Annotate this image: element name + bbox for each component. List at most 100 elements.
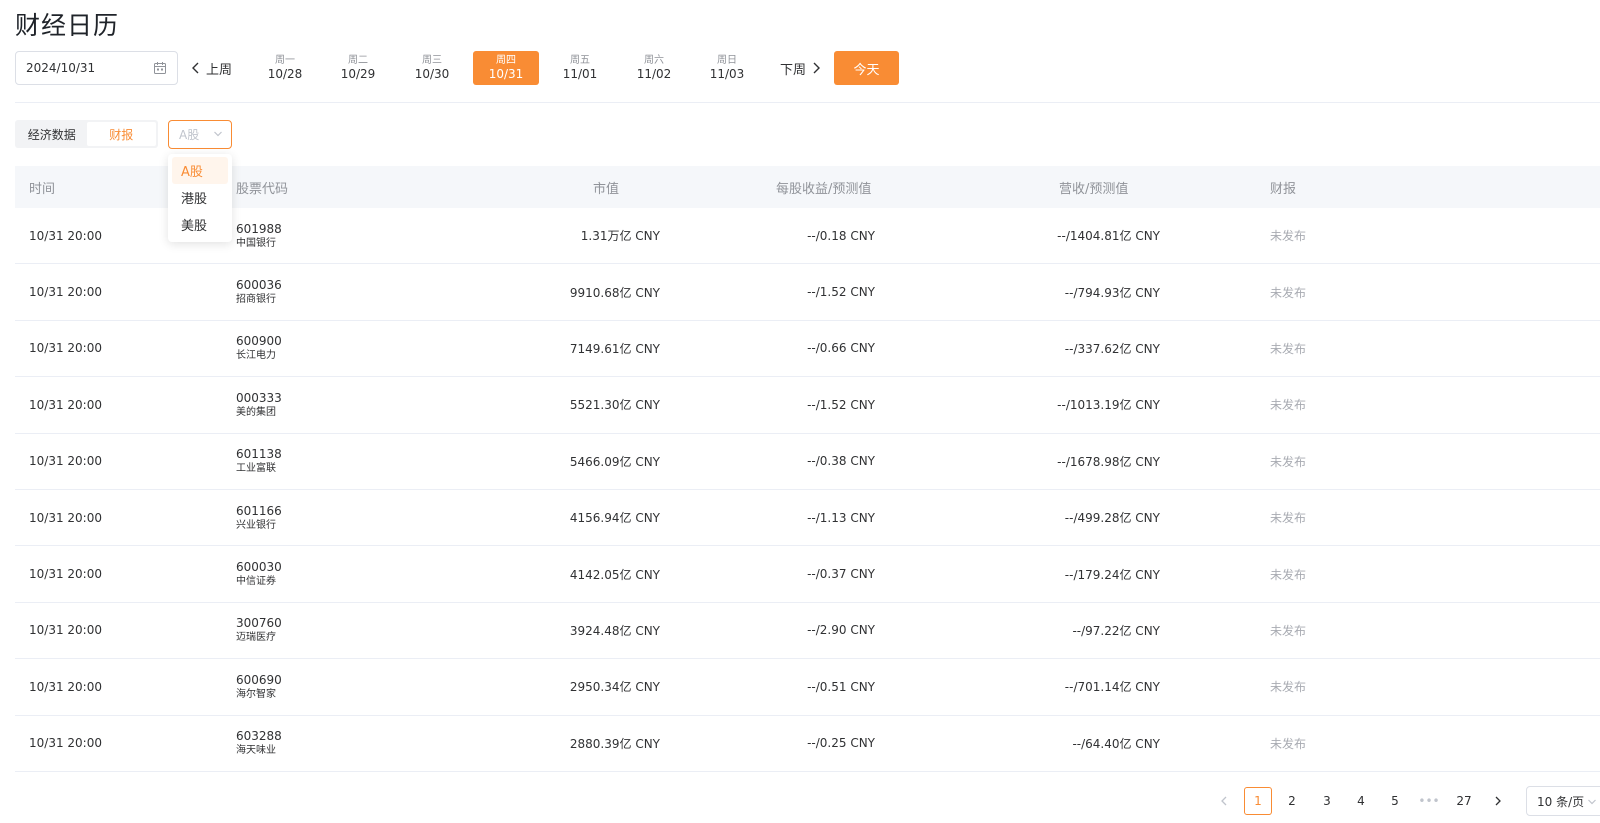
market-option-hk[interactable]: 港股 <box>172 184 228 211</box>
cell-eps: --/0.18 CNY <box>807 228 875 243</box>
day-tab[interactable]: 周二 10/29 <box>325 51 391 85</box>
page-number-button[interactable]: 2 <box>1278 787 1306 815</box>
prev-week-label: 上周 <box>206 62 233 78</box>
cell-revenue: --/499.28亿 CNY <box>1064 511 1160 526</box>
cell-time: 10/31 20:00 <box>29 567 102 582</box>
header-market-cap: 市值 <box>593 181 620 197</box>
day-tab[interactable]: 周三 10/30 <box>399 51 465 85</box>
table-row[interactable]: 10/31 20:00 600690 海尔智家 2950.34亿 CNY --/0.51… <box>15 659 1600 716</box>
cell-eps: --/0.25 CNY <box>807 736 875 751</box>
page-number-button[interactable]: 27 <box>1450 787 1478 815</box>
page-number-button[interactable]: 3 <box>1313 787 1341 815</box>
cell-stock: 600900 长江电力 <box>236 321 282 376</box>
chevron-down-icon <box>1588 799 1596 805</box>
market-option-a-share[interactable]: A股 <box>172 157 228 184</box>
date-picker-input[interactable]: 2024/10/31 <box>15 51 178 85</box>
header-report: 财报 <box>1270 181 1297 197</box>
cell-stock: 600030 中信证券 <box>236 546 282 601</box>
cell-report-status: 未发布 <box>1270 454 1307 469</box>
day-tab[interactable]: 周六 11/02 <box>621 51 687 85</box>
page-title: 财经日历 <box>15 11 120 40</box>
table-row[interactable]: 10/31 20:00 603288 海天味业 2880.39亿 CNY --/0.25… <box>15 716 1600 772</box>
page-number-button[interactable]: 5 <box>1381 787 1409 815</box>
tab-economic-data[interactable]: 经济数据 <box>17 122 87 146</box>
stock-name: 招商银行 <box>236 294 276 306</box>
cell-report-status: 未发布 <box>1270 511 1307 526</box>
cell-eps: --/1.13 CNY <box>807 510 875 525</box>
day-date: 10/28 <box>267 67 303 81</box>
cell-revenue: --/701.14亿 CNY <box>1064 680 1160 695</box>
table-row[interactable]: 10/31 20:00 600030 中信证券 4142.05亿 CNY --/0.37… <box>15 546 1600 603</box>
day-tab[interactable]: 周一 10/28 <box>252 51 318 85</box>
day-date: 11/02 <box>636 67 672 81</box>
prev-page-button[interactable] <box>1210 787 1238 815</box>
cell-stock: 601138 工业富联 <box>236 434 282 489</box>
page-number-button[interactable]: 1 <box>1244 787 1272 815</box>
table-row[interactable]: 10/31 20:00 601138 工业富联 5466.09亿 CNY --/0.38… <box>15 434 1600 490</box>
market-select[interactable]: A股 <box>168 120 232 149</box>
cell-stock: 600036 招商银行 <box>236 264 282 319</box>
cell-revenue: --/1013.19亿 CNY <box>1057 398 1160 413</box>
table-row[interactable]: 10/31 20:00 000333 美的集团 5521.30亿 CNY --/1.52… <box>15 377 1600 434</box>
cell-market-cap: 4142.05亿 CNY <box>569 567 660 582</box>
day-date: 11/03 <box>709 67 745 81</box>
stock-name: 中国银行 <box>236 237 276 249</box>
cell-time: 10/31 20:00 <box>29 623 102 638</box>
day-weekday: 周日 <box>717 55 737 66</box>
day-date: 11/01 <box>562 67 598 81</box>
pagination-ellipsis[interactable]: ••• <box>1415 787 1443 815</box>
toolbar-divider <box>15 102 1600 103</box>
prev-week-button[interactable]: 上周 <box>190 51 232 85</box>
cell-market-cap: 2880.39亿 CNY <box>569 736 660 751</box>
market-select-placeholder: A股 <box>179 128 200 142</box>
chevron-down-icon <box>214 131 222 137</box>
cell-report-status: 未发布 <box>1270 285 1307 300</box>
category-tabs: 经济数据 财报 <box>15 120 158 148</box>
cell-stock: 000333 美的集团 <box>236 377 282 432</box>
cell-eps: --/0.37 CNY <box>807 567 875 582</box>
day-tab[interactable]: 周四 10/31 <box>473 51 539 85</box>
cell-market-cap: 5466.09亿 CNY <box>569 454 660 469</box>
stock-code: 600690 <box>236 672 282 687</box>
cell-eps: --/1.52 CNY <box>807 285 875 300</box>
day-weekday: 周四 <box>496 55 516 66</box>
table-header: 时间 股票代码 市值 每股收益/预测值 营收/预测值 财报 <box>15 166 1600 208</box>
cell-stock: 601988 中国银行 <box>236 208 282 263</box>
chevron-left-icon <box>192 62 199 74</box>
next-page-button[interactable] <box>1484 787 1512 815</box>
cell-report-status: 未发布 <box>1270 623 1307 638</box>
page-number-button[interactable]: 4 <box>1347 787 1375 815</box>
cell-market-cap: 9910.68亿 CNY <box>569 285 660 300</box>
header-eps: 每股收益/预测值 <box>776 181 872 197</box>
day-tab[interactable]: 周五 11/01 <box>547 51 613 85</box>
table-row[interactable]: 10/31 20:00 600036 招商银行 9910.68亿 CNY --/1.52… <box>15 264 1600 321</box>
calendar-icon <box>154 62 166 74</box>
stock-name: 工业富联 <box>236 463 276 475</box>
cell-time: 10/31 20:00 <box>29 397 102 412</box>
cell-report-status: 未发布 <box>1270 229 1307 244</box>
chevron-right-icon <box>1495 796 1501 806</box>
cell-stock: 603288 海天味业 <box>236 716 282 771</box>
market-dropdown: A股 港股 美股 <box>168 154 232 242</box>
tab-earnings[interactable]: 财报 <box>86 122 156 146</box>
cell-market-cap: 3924.48亿 CNY <box>569 623 660 638</box>
page-size-select[interactable]: 10 条/页 <box>1526 786 1600 816</box>
table-row[interactable]: 10/31 20:00 600900 长江电力 7149.61亿 CNY --/0.66… <box>15 321 1600 378</box>
table-row[interactable]: 10/31 20:00 601988 中国银行 1.31万亿 CNY --/0.18 C… <box>15 208 1600 265</box>
day-weekday: 周二 <box>348 55 368 66</box>
stock-code: 601138 <box>236 447 282 462</box>
cell-market-cap: 4156.94亿 CNY <box>569 511 660 526</box>
header-code: 股票代码 <box>236 181 289 197</box>
cell-revenue: --/179.24亿 CNY <box>1064 567 1160 582</box>
stock-code: 601166 <box>236 503 282 518</box>
market-option-us[interactable]: 美股 <box>172 211 228 238</box>
stock-name: 中信证券 <box>236 576 276 588</box>
next-week-button[interactable]: 下周 <box>780 51 822 85</box>
stock-name: 兴业银行 <box>236 519 276 531</box>
table-row[interactable]: 10/31 20:00 601166 兴业银行 4156.94亿 CNY --/1.13… <box>15 490 1600 547</box>
table-row[interactable]: 10/31 20:00 300760 迈瑞医疗 3924.48亿 CNY --/2.90… <box>15 603 1600 660</box>
today-button[interactable]: 今天 <box>834 51 899 85</box>
cell-time: 10/31 20:00 <box>29 454 102 469</box>
cell-time: 10/31 20:00 <box>29 736 102 751</box>
day-tab[interactable]: 周日 11/03 <box>694 51 760 85</box>
